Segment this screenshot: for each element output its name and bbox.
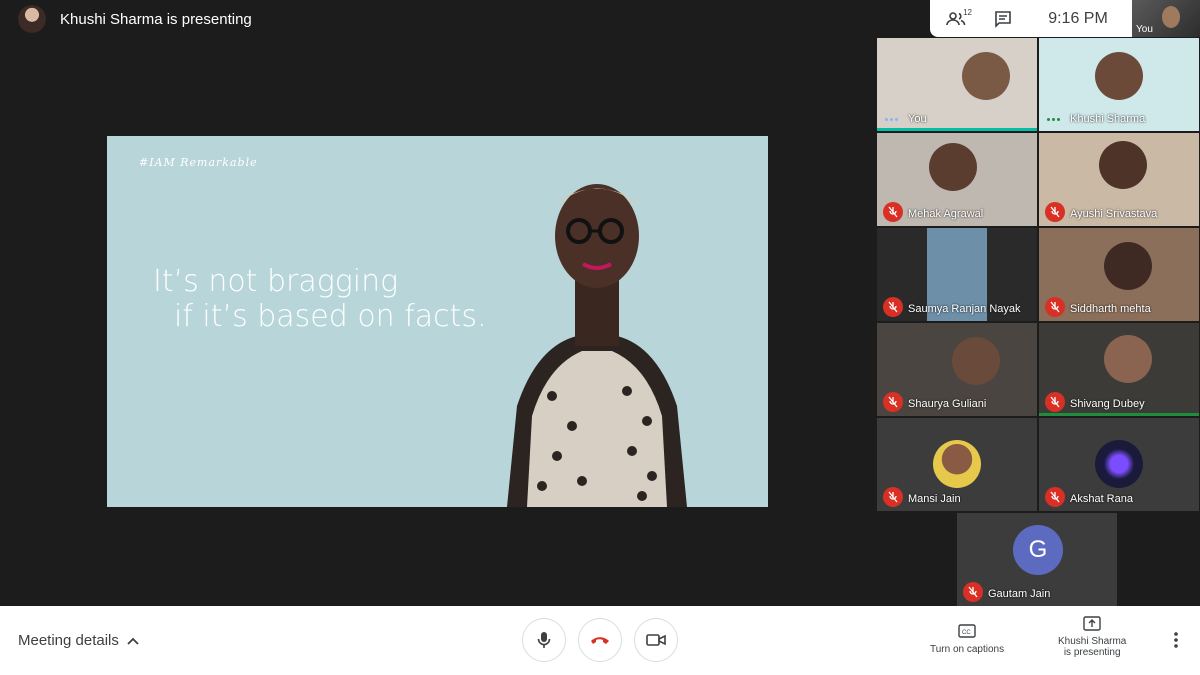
- participant-name: Khushi Sharma: [1070, 113, 1146, 125]
- participant-name: You: [908, 113, 927, 125]
- microphone-icon: [537, 632, 551, 648]
- participant-name: Gautam Jain: [988, 588, 1051, 600]
- present-screen-icon: [1083, 616, 1101, 631]
- participant-tile[interactable]: G Gautam Jain: [957, 513, 1117, 606]
- participant-tile[interactable]: Saumya Ranjan Nayak: [877, 228, 1037, 321]
- participant-tile[interactable]: Khushi Sharma: [1039, 38, 1199, 131]
- people-button[interactable]: 12: [930, 0, 982, 37]
- microphone-button[interactable]: [522, 618, 566, 662]
- meeting-details-label: Meeting details: [18, 632, 119, 649]
- slide-headline-1: It’s not bragging: [153, 264, 399, 299]
- participant-tile[interactable]: You: [877, 38, 1037, 131]
- participant-video: [929, 143, 977, 191]
- self-view-face: [1162, 6, 1180, 28]
- self-view-thumbnail[interactable]: You: [1132, 0, 1200, 37]
- captions-button[interactable]: CC Turn on captions: [930, 624, 1004, 655]
- slide-person-image: [507, 184, 687, 507]
- closed-captions-icon: CC: [958, 624, 976, 638]
- participant-name: Siddharth mehta: [1070, 303, 1151, 315]
- more-vertical-icon: [1174, 632, 1178, 648]
- more-options-button[interactable]: [1174, 632, 1178, 653]
- top-controls: 12 9:16 PM: [930, 0, 1132, 37]
- participant-avatar: [1095, 440, 1143, 488]
- slide-headline-2: if it’s based on facts.: [174, 299, 487, 334]
- camera-icon: [646, 634, 666, 646]
- presenter-bar: Khushi Sharma is presenting: [0, 0, 870, 38]
- participant-name: Saumya Ranjan Nayak: [908, 303, 1021, 315]
- participant-name: Shivang Dubey: [1070, 398, 1145, 410]
- participant-tile[interactable]: Ayushi Srivastava: [1039, 133, 1199, 226]
- svg-text:CC: CC: [962, 630, 971, 636]
- participant-tile[interactable]: Siddharth mehta: [1039, 228, 1199, 321]
- participant-video: [962, 52, 1010, 100]
- participant-tile[interactable]: Akshat Rana: [1039, 418, 1199, 511]
- participant-name: Ayushi Srivastava: [1070, 208, 1158, 220]
- participant-video: [1104, 335, 1152, 383]
- participant-video: [952, 337, 1000, 385]
- muted-mic-icon: [1045, 392, 1065, 412]
- participant-video: [1099, 141, 1147, 189]
- clock-time: 9:16 PM: [1048, 9, 1108, 27]
- participant-tile[interactable]: Shaurya Guliani: [877, 323, 1037, 416]
- participant-tile[interactable]: Shivang Dubey: [1039, 323, 1199, 416]
- participant-initial-avatar: G: [1013, 525, 1063, 575]
- muted-mic-icon: [883, 487, 903, 507]
- participant-name: Mansi Jain: [908, 493, 961, 505]
- participant-video: [1104, 242, 1152, 290]
- presenter-status: Khushi Sharma is presenting: [60, 10, 252, 28]
- participant-name: Shaurya Guliani: [908, 398, 987, 410]
- participant-name: Akshat Rana: [1070, 493, 1133, 505]
- hang-up-icon: [591, 637, 609, 644]
- chat-button[interactable]: [982, 0, 1024, 37]
- meeting-details-button[interactable]: Meeting details: [18, 632, 139, 649]
- audio-bar: [1039, 413, 1199, 416]
- leave-call-button[interactable]: [578, 618, 622, 662]
- muted-mic-icon: [1045, 487, 1065, 507]
- bottom-toolbar: Meeting details CC Turn on captions Khus…: [0, 606, 1200, 675]
- muted-mic-icon: [1045, 297, 1065, 317]
- muted-mic-icon: [1045, 202, 1065, 222]
- participant-video: [1095, 52, 1143, 100]
- chevron-up-icon: [127, 637, 139, 645]
- active-speaker-bar: [877, 128, 1037, 131]
- muted-mic-icon: [883, 202, 903, 222]
- audio-indicator: [1047, 118, 1060, 121]
- muted-mic-icon: [883, 297, 903, 317]
- muted-mic-icon: [963, 582, 983, 602]
- participant-tile[interactable]: Mansi Jain: [877, 418, 1037, 511]
- muted-mic-icon: [883, 392, 903, 412]
- presenter-avatar: [18, 5, 46, 33]
- participant-tile[interactable]: Mehak Agrawal: [877, 133, 1037, 226]
- speaking-indicator: [885, 118, 898, 121]
- participant-avatar: [933, 440, 981, 488]
- people-count: 12: [963, 8, 972, 17]
- slide-brand: #IAM Remarkable: [139, 156, 258, 169]
- presenting-label-line2: is presenting: [1063, 647, 1121, 658]
- participant-name: Mehak Agrawal: [908, 208, 984, 220]
- camera-button[interactable]: [634, 618, 678, 662]
- captions-label: Turn on captions: [930, 644, 1005, 655]
- presenting-label-line1: Khushi Sharma: [1058, 636, 1127, 647]
- chat-icon: [995, 10, 1011, 28]
- presentation-slide: #IAM Remarkable It’s not bragging if it’…: [107, 136, 768, 507]
- self-view-label: You: [1136, 24, 1153, 35]
- presenting-button[interactable]: Khushi Sharma is presenting: [1058, 616, 1126, 658]
- meeting-stage: Khushi Sharma is presenting 12 9:16 PM Y…: [0, 0, 1200, 606]
